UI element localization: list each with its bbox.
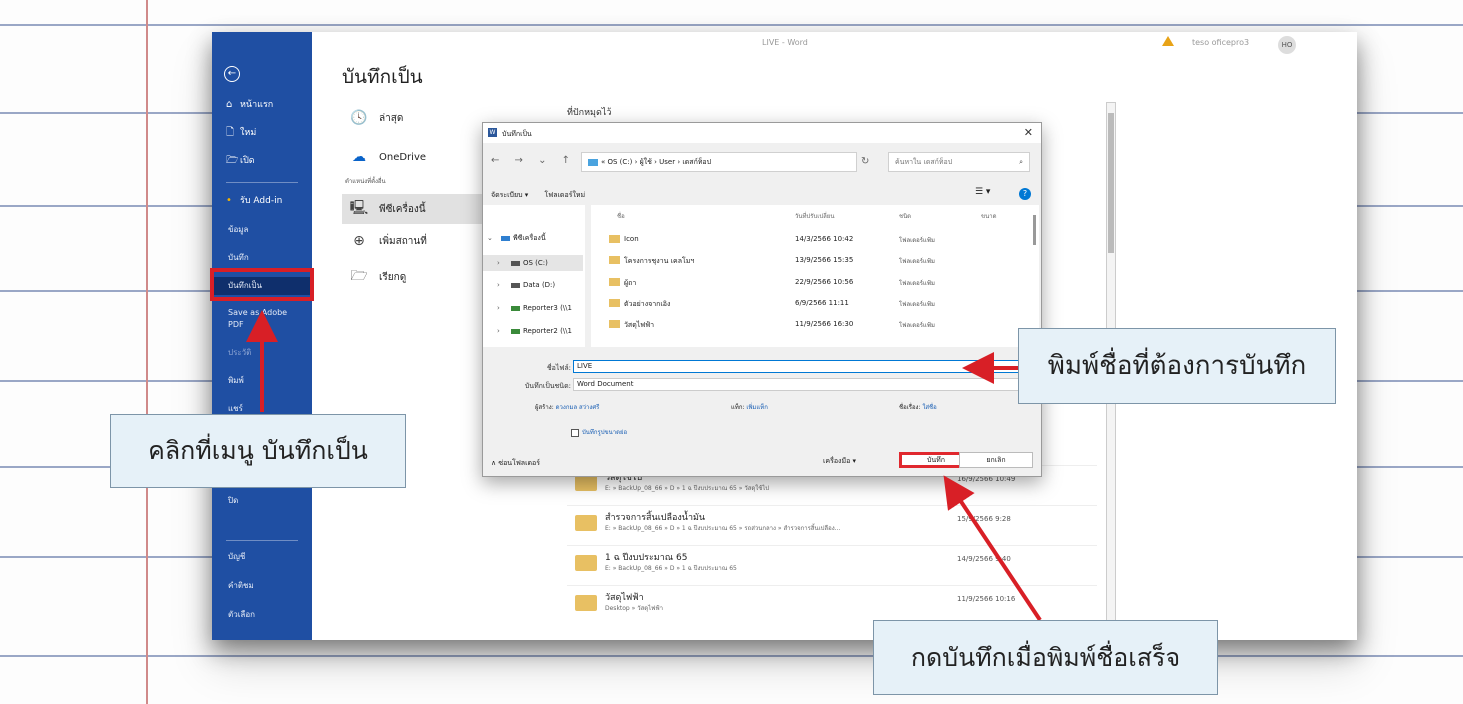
callout-type-name: พิมพ์ชื่อที่ต้องการบันทึก <box>1018 328 1336 404</box>
arrow-to-save <box>943 475 1042 622</box>
callout-click-menu: คลิกที่เมนู บันทึกเป็น <box>110 414 406 488</box>
callout-click-save: กดบันทึกเมื่อพิมพ์ชื่อเสร็จ <box>873 620 1218 695</box>
